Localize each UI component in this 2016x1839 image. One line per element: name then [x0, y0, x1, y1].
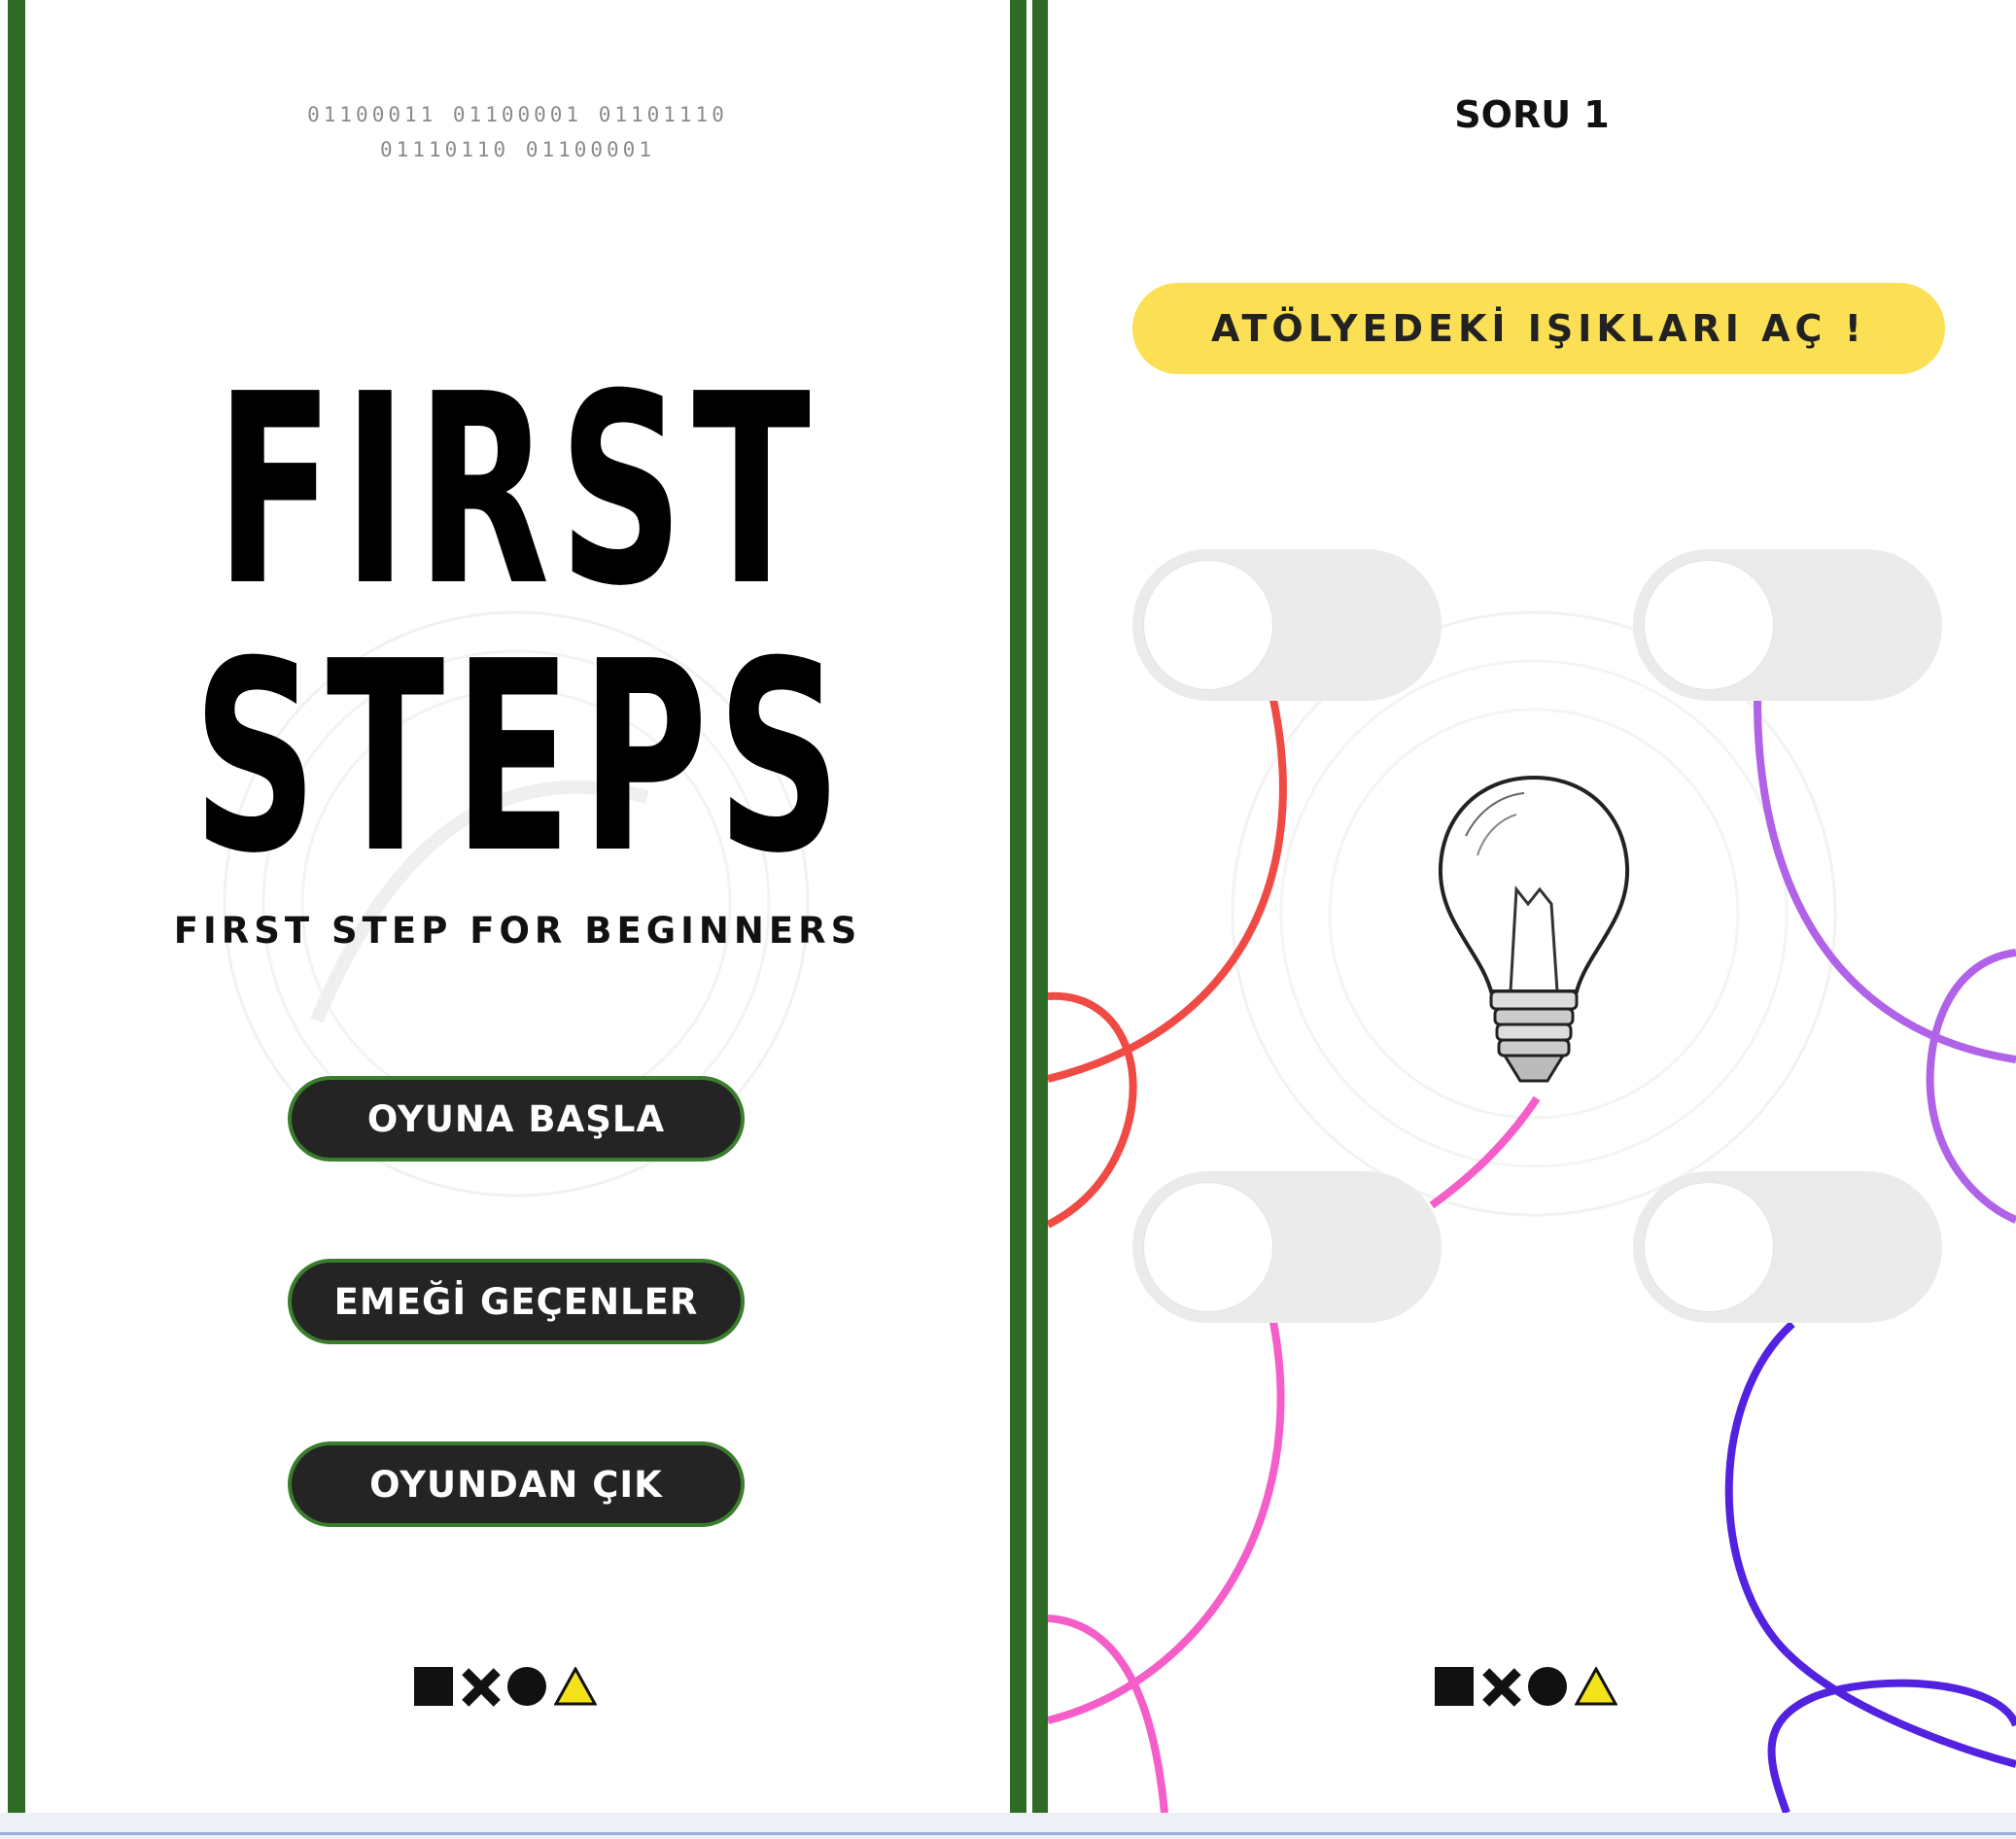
binary-text-line-1: 01100011 01100001 01101110: [307, 103, 728, 126]
left-border-bar: [8, 0, 25, 1813]
binary-text-line-2: 01110110 01100001: [380, 138, 655, 161]
main-menu-screen: 01100011 01100001 01101110 01110110 0110…: [25, 0, 1010, 1813]
light-bulb-icon: [1438, 775, 1630, 1083]
shape-icons-row: [1435, 1657, 1617, 1706]
switch-knob: [1144, 561, 1272, 689]
square-icon: [414, 1667, 453, 1706]
task-instruction: ATÖLYEDEKİ IŞIKLARI AÇ !: [1132, 283, 1945, 374]
game-subtitle: FIRST STEP FOR BEGINNERS: [173, 910, 862, 952]
divider-highlight: [1026, 0, 1032, 1813]
switch-knob: [1144, 1183, 1272, 1311]
game-title-line-2: STEPS: [192, 605, 851, 911]
light-switch-4[interactable]: [1633, 1171, 1942, 1323]
credits-button[interactable]: EMEĞİ GEÇENLER: [288, 1259, 745, 1344]
shape-icons-row: [414, 1657, 597, 1706]
light-switch-3[interactable]: [1132, 1171, 1442, 1323]
light-switch-1[interactable]: [1132, 549, 1442, 701]
bottom-strip: [0, 1813, 2016, 1839]
switch-knob: [1645, 561, 1773, 689]
circle-icon: [507, 1667, 546, 1706]
square-icon: [1435, 1667, 1474, 1706]
question-screen: SORU 1 ATÖLYEDEKİ IŞIKLARI AÇ !: [1048, 0, 2016, 1813]
game-window: 01100011 01100001 01101110 01110110 0110…: [0, 0, 2016, 1839]
triangle-icon: [1575, 1667, 1617, 1706]
question-title: SORU 1: [1454, 93, 1610, 136]
switch-knob: [1645, 1183, 1773, 1311]
start-game-button[interactable]: OYUNA BAŞLA: [288, 1076, 745, 1162]
x-icon: [461, 1667, 500, 1706]
triangle-icon: [554, 1667, 597, 1706]
x-icon: [1481, 1667, 1520, 1706]
light-switch-2[interactable]: [1633, 549, 1942, 701]
game-title-line-1: FIRST: [215, 337, 820, 643]
quit-game-button[interactable]: OYUNDAN ÇIK: [288, 1441, 745, 1527]
circle-icon: [1528, 1667, 1567, 1706]
